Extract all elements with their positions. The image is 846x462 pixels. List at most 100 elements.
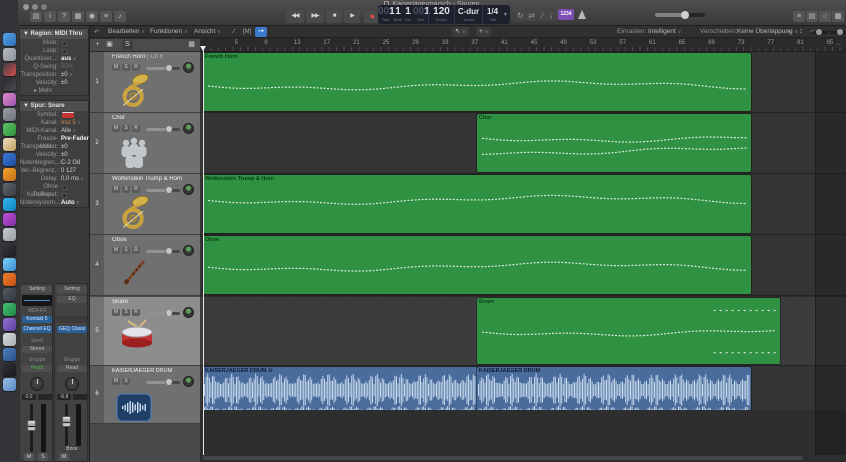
inspector-row-value[interactable]: Auto ∨ [61,199,80,207]
inspector-row[interactable]: Velocity: ±0 [20,151,88,159]
replace-icon[interactable]: ⇄ [526,10,537,21]
track-inspector-header[interactable]: ▼ Spur: Snare [20,101,88,111]
play-button[interactable]: ▶ [344,10,360,23]
stepper-caret-icon[interactable]: ∨ [71,128,76,134]
inspector-row[interactable]: MIDI-Kanal: Alle ∨ [20,127,88,135]
dock-icon[interactable] [2,243,16,256]
dock-icon[interactable] [2,78,16,91]
inspector-row-value[interactable]: ±0 [61,79,68,87]
track-header-snare[interactable]: 5 Snare M S R [90,297,200,366]
track-name[interactable]: Snare [112,299,128,305]
checkbox[interactable] [62,184,67,190]
instrument-slot[interactable]: Kontakt 5 [22,316,52,323]
track-pan-knob[interactable] [183,184,194,195]
mute-button[interactable]: M [112,309,120,316]
audio-fx-slot[interactable]: GEQ Classi [57,326,87,333]
midi-badge-icon[interactable]: [M] [241,27,253,37]
volume-fader[interactable] [62,416,71,427]
track-pan-knob[interactable] [183,307,194,318]
inspector-row[interactable]: Q-Swing: 50% [20,63,88,71]
pan-knob[interactable] [65,377,79,391]
menu-ansicht[interactable]: Ansicht ∨ [194,28,221,35]
solo-off-button[interactable]: S [122,40,133,50]
dock-icon[interactable] [2,108,16,121]
smart-controls-icon[interactable]: ◉ [86,11,98,22]
midi-region-chor[interactable]: Chor [476,114,751,172]
dock-icon[interactable] [2,33,16,46]
pan-knob[interactable] [30,377,44,391]
lcd-key-field[interactable]: C-dur Tonart [454,5,482,24]
snap-value-dropdown[interactable]: Intelligent ∨ [648,28,681,35]
inspector-row[interactable]: Notensystem...: Auto ∨ [20,199,88,207]
dock-icon[interactable] [2,333,16,346]
forward-button[interactable]: ▶▶ [306,10,324,23]
inspector-row-value[interactable]: ±0 [61,151,68,159]
group-label[interactable]: Gruppe [20,357,54,363]
dock-icon[interactable] [2,213,16,226]
dock-icon[interactable] [2,93,16,106]
track-volume-slider[interactable] [146,378,180,385]
output-button[interactable]: Stereo [22,346,52,353]
menu-bearbeiten[interactable]: Bearbeiten ∨ [108,28,145,35]
lcd-display[interactable]: 001 Takt 1 Beat 1 Div 001 Tick 120 Tempo… [378,5,510,24]
stepper-caret-icon[interactable]: ∨ [75,200,80,206]
track-volume-slider[interactable] [146,247,180,254]
inspector-row-value[interactable]: ±0 [61,143,68,151]
lcd-signature-field[interactable]: 1/4 Takt [482,5,502,24]
track-header-chor[interactable]: 2 Chor M S R [90,113,200,174]
vertical-zoom-icon[interactable]: ↕ [795,27,807,37]
record-enable-button[interactable]: R [132,247,140,254]
inspector-row[interactable]: Ohne Transp...: [20,183,88,198]
track-pan-knob[interactable] [183,376,194,387]
dock-icon[interactable] [2,303,16,316]
master-volume-thumb[interactable] [681,11,689,19]
inspector-row[interactable]: Freeze-Mod...: Pre-Fader [20,135,89,150]
track-name[interactable]: French Horn | Ch 8 [112,54,163,60]
record-enable-button[interactable]: R [132,64,140,71]
rewind-button[interactable]: ◀◀ [286,10,304,23]
inspector-row[interactable]: Transposition: ±0 ∨ [20,71,88,79]
track-header-oboe[interactable]: 4 Oboe M S R [90,235,200,296]
count-in-button[interactable]: 1234 [558,9,574,20]
track-volume-slider[interactable] [146,309,180,316]
mute-button[interactable]: M [24,453,34,461]
group-label[interactable]: Gruppe [55,357,89,363]
inspector-row-value[interactable]: 0 127 [61,167,76,175]
dock-icon[interactable] [2,183,16,196]
solo-button[interactable]: S [122,64,130,71]
duplicate-track-button[interactable]: ▣ [104,40,115,50]
setting-button[interactable]: Setting [22,286,52,293]
inspector-row-value[interactable]: Pre-Fader [61,135,89,143]
catch-playhead-icon[interactable]: ↶ [94,28,99,36]
add-track-button[interactable]: + [92,40,103,50]
stepper-caret-icon[interactable]: ∨ [71,56,77,62]
inspector-row[interactable]: Symbol: [20,111,88,119]
editors-icon[interactable]: ♪ [114,11,126,22]
dock-icon[interactable] [2,363,16,376]
solo-button[interactable]: S [122,247,130,254]
dock-icon[interactable] [2,378,16,391]
inspector-row-value[interactable]: 0,0 ms ∨ [61,175,84,183]
track-header-config-icon[interactable]: ▦ [186,40,197,50]
track-pan-knob[interactable] [183,62,194,73]
note-pads-icon[interactable]: ▤ [806,11,818,22]
lcd-beat-field[interactable]: 1 Beat [393,5,403,24]
midi-region-oboe[interactable]: Oboe [203,236,751,294]
solo-button[interactable]: S [122,378,130,385]
lcd-div-field[interactable]: 1 Div [403,5,413,24]
record-enable-button[interactable]: R [132,309,140,316]
record-enable-button[interactable]: R [132,125,140,132]
dock-icon[interactable] [2,63,16,76]
checkbox[interactable] [62,48,67,54]
dock-icon[interactable] [2,198,16,211]
drag-zoom-icon[interactable]: ↔ [783,27,795,37]
mute-button[interactable]: M [112,378,120,385]
inspector-row[interactable]: Notenbegren...: C-2 G8 [20,159,88,167]
dock-icon[interactable] [2,228,16,241]
track-volume-slider[interactable] [146,186,180,193]
waveform-zoom-slider[interactable] [812,29,828,35]
dock-icon[interactable] [2,318,16,331]
track-pan-knob[interactable] [183,245,194,256]
inspector-row[interactable]: Loop: [20,47,88,55]
browsers-icon[interactable]: ▩ [832,11,844,22]
